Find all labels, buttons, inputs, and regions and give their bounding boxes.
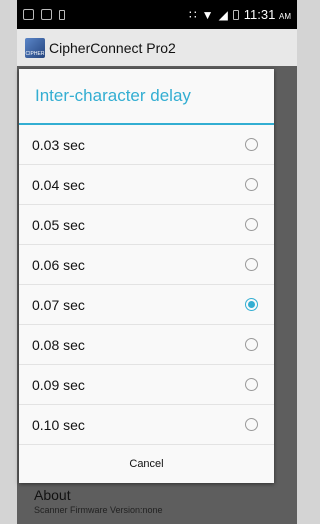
option-item[interactable]: 0.08 sec xyxy=(19,325,274,365)
radio-button[interactable] xyxy=(245,338,258,351)
option-label: 0.10 sec xyxy=(32,416,85,433)
radio-button[interactable] xyxy=(245,418,258,431)
app-title: CipherConnect Pro2 xyxy=(49,39,176,56)
option-item[interactable]: 0.09 sec xyxy=(19,365,274,405)
option-label: 0.09 sec xyxy=(32,376,85,393)
option-item[interactable]: 0.07 sec xyxy=(19,285,274,325)
firmware-version-text: Scanner Firmware Version:none xyxy=(34,505,163,515)
option-item[interactable]: 0.05 sec xyxy=(19,205,274,245)
options-list: 0.03 sec 0.04 sec 0.05 sec 0.06 sec 0.07… xyxy=(19,125,274,445)
option-label: 0.07 sec xyxy=(32,296,85,313)
option-label: 0.08 sec xyxy=(32,336,85,353)
app-icon[interactable]: CIPHER xyxy=(25,37,45,58)
cancel-button[interactable]: Cancel xyxy=(19,445,274,482)
dialog-title: Inter-character delay xyxy=(19,69,274,125)
wifi-icon: ▼ xyxy=(201,7,214,22)
option-item[interactable]: 0.04 sec xyxy=(19,165,274,205)
option-item[interactable]: 0.10 sec xyxy=(19,405,274,445)
radio-button[interactable] xyxy=(245,258,258,271)
image-notification-icon xyxy=(41,9,52,20)
radio-button[interactable] xyxy=(245,178,258,191)
radio-button[interactable] xyxy=(245,298,258,311)
inter-character-delay-dialog: Inter-character delay 0.03 sec 0.04 sec … xyxy=(19,69,274,483)
option-item[interactable]: 0.06 sec xyxy=(19,245,274,285)
action-bar: CIPHER CipherConnect Pro2 xyxy=(17,29,297,66)
about-title: About xyxy=(34,487,71,503)
about-section[interactable]: About Scanner Firmware Version:none xyxy=(34,487,163,515)
status-bar: ∷ ▼ ◢ 11:31 AM xyxy=(17,0,297,29)
clock: 11:31 AM xyxy=(244,7,291,22)
signal-icon: ◢ xyxy=(218,7,228,22)
option-label: 0.06 sec xyxy=(32,256,85,273)
option-label: 0.04 sec xyxy=(32,176,85,193)
app-icon-label: CIPHER xyxy=(25,50,45,57)
option-label: 0.05 sec xyxy=(32,216,85,233)
sd-card-icon xyxy=(59,9,65,20)
battery-icon xyxy=(232,9,239,20)
clock-ampm: AM xyxy=(279,12,291,21)
option-item[interactable]: 0.03 sec xyxy=(19,125,274,165)
radio-button[interactable] xyxy=(245,378,258,391)
clock-time: 11:31 xyxy=(243,7,276,22)
bluetooth-icon: ∷ xyxy=(189,7,197,22)
radio-button[interactable] xyxy=(245,218,258,231)
option-label: 0.03 sec xyxy=(32,136,85,153)
usb-debug-icon xyxy=(23,9,34,20)
radio-button[interactable] xyxy=(245,138,258,151)
